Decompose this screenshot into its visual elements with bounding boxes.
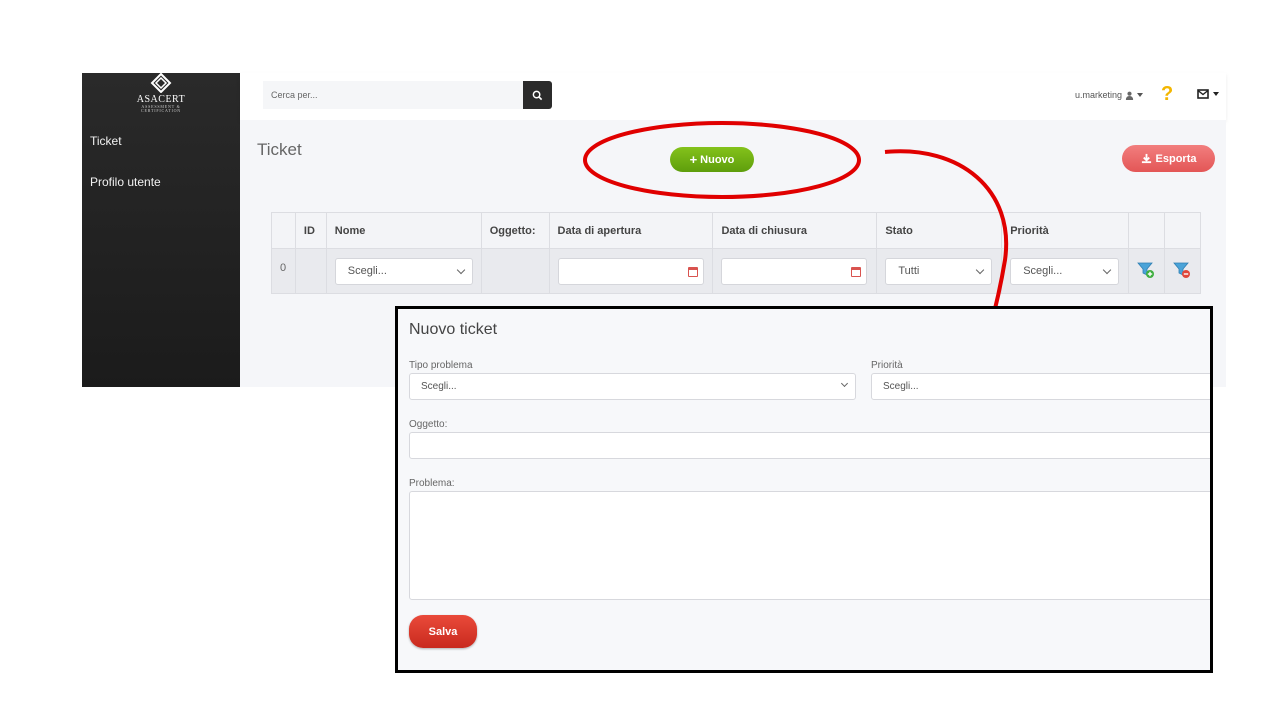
priorita-modal-value: Scegli... [883, 381, 919, 392]
top-bar: u.marketing ? [240, 73, 1226, 120]
chevron-down-icon [976, 265, 985, 274]
nome-select-value: Scegli... [347, 265, 387, 277]
filter-cell-priorita: Scegli... [1001, 248, 1130, 294]
problema-textarea[interactable] [409, 491, 1210, 600]
chevron-down-icon [1213, 92, 1219, 96]
column-header-nome[interactable]: Nome [325, 212, 482, 249]
column-header-stato[interactable]: Stato [876, 212, 1003, 249]
chevron-down-icon [456, 265, 466, 274]
sidebar-item-ticket[interactable]: Ticket [90, 134, 122, 148]
filter-add-icon[interactable] [1137, 261, 1155, 279]
search-button[interactable] [523, 81, 552, 109]
filter-row: 0 Scegli... Tutti Scegli... [271, 248, 1201, 294]
column-header [1164, 212, 1201, 249]
filter-cell-apply [1128, 248, 1165, 294]
filter-cell-clear [1164, 248, 1201, 294]
column-header [1128, 212, 1165, 249]
export-button[interactable]: Esporta [1122, 145, 1215, 172]
username: u.marketing [1075, 90, 1123, 100]
help-icon[interactable]: ? [1161, 83, 1173, 106]
oggetto-label: Oggetto: [409, 419, 448, 430]
column-header-priorita[interactable]: Priorità [1001, 212, 1130, 249]
new-ticket-label: Nuovo [700, 153, 735, 166]
page-title: Ticket [257, 140, 302, 159]
user-icon [1125, 91, 1134, 100]
stage: ASACERT ASSESSMENT & CERTIFICATION Ticke… [0, 0, 1280, 720]
new-ticket-button[interactable]: + Nuovo [670, 147, 754, 172]
column-header-data-chiusura[interactable]: Data di chiusura [712, 212, 878, 249]
calendar-icon[interactable] [687, 266, 698, 277]
tipo-problema-value: Scegli... [421, 381, 457, 392]
user-menu[interactable]: u.marketing [1075, 90, 1144, 100]
filter-cell-oggetto [480, 248, 550, 294]
nome-select[interactable]: Scegli... [334, 257, 473, 285]
data-chiusura-input[interactable] [721, 257, 868, 285]
filter-cell-nome: Scegli... [325, 248, 482, 294]
column-header-oggetto[interactable]: Oggetto: [480, 212, 550, 249]
logo-mark-icon [150, 73, 172, 93]
problema-label: Problema: [409, 478, 455, 489]
chevron-down-icon [1102, 265, 1112, 274]
chevron-down-icon [1137, 93, 1144, 97]
search-icon [532, 90, 543, 100]
column-header-data-apertura[interactable]: Data di apertura [548, 212, 714, 249]
tipo-problema-label: Tipo problema [409, 360, 473, 371]
mail-icon [1197, 89, 1209, 99]
calendar-icon[interactable] [851, 266, 862, 277]
brand-logo: ASACERT ASSESSMENT & CERTIFICATION [82, 73, 240, 121]
tipo-problema-select[interactable]: Scegli... [409, 373, 856, 400]
table-header-row: ID Nome Oggetto: Data di apertura Data d… [271, 212, 1201, 249]
priorita-modal-select[interactable]: Scegli... [871, 373, 1210, 400]
row-count: 0 [271, 248, 296, 294]
filter-cell-data-chiusura [712, 248, 878, 294]
stato-select-value: Tutti [898, 265, 920, 277]
brand-tagline-2: CERTIFICATION [141, 108, 181, 113]
filter-cell-data-apertura [548, 248, 714, 294]
column-header-id[interactable]: ID [294, 212, 327, 249]
oggetto-input[interactable] [409, 432, 1210, 459]
plus-icon: + [689, 152, 698, 167]
stato-select[interactable]: Tutti [885, 257, 993, 285]
filter-cell-id [294, 248, 327, 294]
new-ticket-modal: Nuovo ticket Tipo problema Scegli... Pri… [395, 306, 1213, 673]
search-input[interactable] [263, 81, 523, 109]
priorita-select-value: Scegli... [1023, 265, 1063, 277]
sidebar-item-profilo-utente[interactable]: Profilo utente [90, 175, 161, 189]
sidebar: ASACERT ASSESSMENT & CERTIFICATION Ticke… [82, 73, 240, 387]
data-apertura-input[interactable] [557, 257, 704, 285]
export-label: Esporta [1155, 152, 1197, 165]
chevron-down-icon [840, 379, 849, 388]
modal-title: Nuovo ticket [409, 321, 498, 338]
mail-menu[interactable] [1197, 89, 1219, 99]
filter-cell-stato: Tutti [876, 248, 1003, 294]
column-header [271, 212, 296, 249]
ticket-table: ID Nome Oggetto: Data di apertura Data d… [271, 212, 1201, 294]
save-button[interactable]: Salva [409, 615, 477, 648]
filter-remove-icon[interactable] [1173, 261, 1191, 279]
download-icon [1141, 153, 1151, 164]
priorita-label: Priorità [871, 360, 903, 371]
priorita-select[interactable]: Scegli... [1010, 257, 1120, 285]
